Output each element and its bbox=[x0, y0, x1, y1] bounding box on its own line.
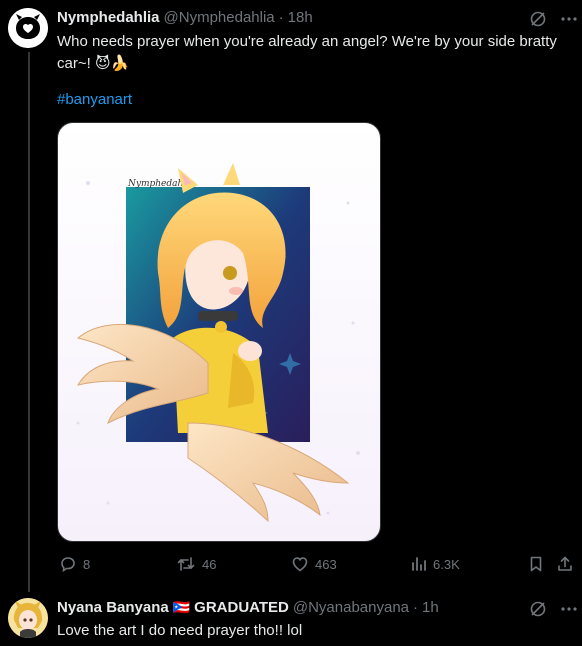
heart-icon bbox=[292, 557, 308, 572]
reply-more-options-icon[interactable] bbox=[560, 602, 578, 616]
reply-badge-text[interactable]: GRADUATED bbox=[194, 599, 289, 616]
author-handle[interactable]: @Nymphedahlia bbox=[164, 9, 275, 26]
reply-action[interactable]: 8 bbox=[59, 555, 90, 573]
grok-icon[interactable] bbox=[529, 10, 547, 28]
views-action[interactable]: 6.3K bbox=[409, 555, 460, 573]
reply-author-name[interactable]: Nyana Banyana bbox=[57, 599, 169, 616]
reply-handle[interactable]: @Nyanabanyana bbox=[293, 599, 409, 616]
reply-header: Nyana Banyana 🇵🇷 GRADUATED @Nyanabanyana… bbox=[57, 599, 439, 616]
bookmark-icon[interactable] bbox=[527, 555, 545, 573]
post-text-body: Who needs prayer when you're already an … bbox=[57, 33, 557, 72]
nymphedahlia-logo-icon bbox=[8, 8, 48, 48]
reply-avatar[interactable] bbox=[8, 598, 48, 638]
reply-grok-icon[interactable] bbox=[529, 600, 547, 618]
hashtag-link[interactable]: #banyanart bbox=[57, 91, 132, 108]
author-name[interactable]: Nymphedahlia bbox=[57, 9, 160, 26]
share-icon[interactable] bbox=[556, 555, 574, 573]
thread-line bbox=[28, 52, 30, 592]
separator-dot: · bbox=[278, 9, 284, 26]
reply-icon bbox=[61, 557, 75, 573]
more-options-icon[interactable] bbox=[560, 12, 578, 26]
views-count: 6.3K bbox=[433, 556, 460, 572]
post-text: Who needs prayer when you're already an … bbox=[57, 31, 572, 75]
post-header: Nymphedahlia @Nymphedahlia · 18h bbox=[57, 9, 313, 26]
reply-text: Love the art I do need prayer tho!! lol bbox=[57, 622, 303, 639]
views-chart-icon bbox=[412, 557, 426, 571]
reply-count: 8 bbox=[83, 556, 91, 572]
reply-flag: 🇵🇷 bbox=[172, 599, 191, 615]
like-count: 463 bbox=[315, 556, 337, 572]
repost-icon bbox=[177, 557, 195, 571]
post-media[interactable]: Nymphedahlia bbox=[57, 122, 381, 542]
repost-count: 46 bbox=[202, 556, 217, 572]
like-action[interactable]: 463 bbox=[291, 555, 337, 573]
post-avatar[interactable] bbox=[8, 8, 48, 48]
artwork-image: Nymphedahlia bbox=[76, 163, 360, 523]
nyana-avatar-image bbox=[8, 598, 48, 638]
reply-time[interactable]: 1h bbox=[422, 599, 439, 616]
post-emojis: 😈🍌 bbox=[94, 55, 130, 72]
reply-separator-dot: · bbox=[413, 599, 419, 616]
post-time[interactable]: 18h bbox=[288, 9, 313, 26]
repost-action[interactable]: 46 bbox=[176, 555, 216, 573]
